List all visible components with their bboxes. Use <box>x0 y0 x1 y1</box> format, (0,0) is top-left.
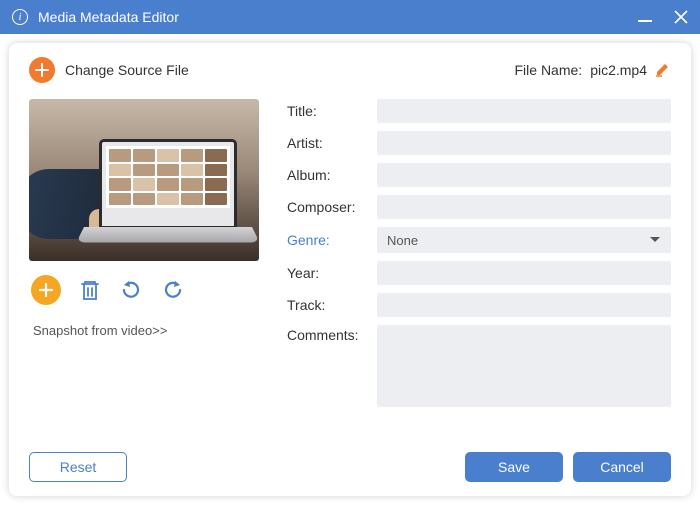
form-column: Title: Artist: Album: Composer: Genre: <box>287 99 671 438</box>
rotate-right-button[interactable] <box>161 278 185 302</box>
delete-cover-button[interactable] <box>79 278 101 302</box>
edit-filename-button[interactable] <box>655 61 671 80</box>
comments-label: Comments: <box>287 325 377 343</box>
comments-input[interactable] <box>377 325 671 407</box>
composer-input[interactable] <box>377 195 671 219</box>
genre-select[interactable]: None <box>377 227 671 253</box>
artist-input[interactable] <box>377 131 671 155</box>
year-label: Year: <box>287 265 377 281</box>
track-label: Track: <box>287 297 377 313</box>
app-window: i Media Metadata Editor Change Source Fi… <box>0 0 700 505</box>
info-icon: i <box>12 9 28 25</box>
title-label: Title: <box>287 103 377 119</box>
rotate-left-button[interactable] <box>119 278 143 302</box>
artist-label: Artist: <box>287 135 377 151</box>
add-cover-button[interactable] <box>31 275 61 305</box>
change-source-button[interactable]: Change Source File <box>29 57 189 83</box>
cancel-button[interactable]: Cancel <box>573 452 671 482</box>
title-bar: i Media Metadata Editor <box>0 0 700 34</box>
thumbnail-toolbar <box>29 271 259 309</box>
track-input[interactable] <box>377 293 671 317</box>
snapshot-link[interactable]: Snapshot from video>> <box>29 323 259 338</box>
bottom-bar: Reset Save Cancel <box>29 438 671 482</box>
change-source-label: Change Source File <box>65 62 189 78</box>
main-area: Snapshot from video>> Title: Artist: Alb… <box>29 99 671 438</box>
album-label: Album: <box>287 167 377 183</box>
reset-button[interactable]: Reset <box>29 452 127 482</box>
close-button[interactable] <box>674 10 688 24</box>
content-panel: Change Source File File Name: pic2.mp4 <box>9 43 691 496</box>
window-title: Media Metadata Editor <box>38 9 638 25</box>
file-name-label: File Name: <box>515 62 583 78</box>
composer-label: Composer: <box>287 199 377 215</box>
file-name-block: File Name: pic2.mp4 <box>515 61 672 80</box>
title-input[interactable] <box>377 99 671 123</box>
album-input[interactable] <box>377 163 671 187</box>
cover-thumbnail[interactable] <box>29 99 259 261</box>
minimize-button[interactable] <box>638 9 652 25</box>
plus-icon <box>29 57 55 83</box>
save-button[interactable]: Save <box>465 452 563 482</box>
year-input[interactable] <box>377 261 671 285</box>
genre-value: None <box>387 233 649 248</box>
top-row: Change Source File File Name: pic2.mp4 <box>29 57 671 83</box>
file-name-value: pic2.mp4 <box>590 62 647 78</box>
genre-label: Genre: <box>287 232 377 248</box>
chevron-down-icon <box>649 231 661 249</box>
left-column: Snapshot from video>> <box>29 99 259 438</box>
